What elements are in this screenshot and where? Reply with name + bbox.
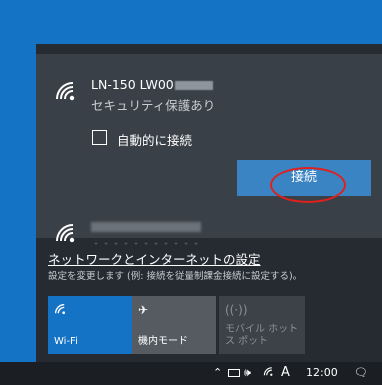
- wifi-toggle-tile[interactable]: Wi-Fi: [48, 296, 132, 354]
- auto-connect-label: 自動的に接続: [117, 133, 193, 148]
- ime-indicator[interactable]: A: [281, 366, 290, 380]
- volume-icon[interactable]: 🕪: [244, 366, 251, 380]
- network-security-status: セキュリティ保護あり: [91, 98, 216, 113]
- highlight-ellipse: [270, 167, 346, 203]
- wifi-tile-label: Wi-Fi: [54, 336, 78, 347]
- mobile-hotspot-tile[interactable]: ((·)) モバイル ホットス ポット: [219, 296, 305, 354]
- airplane-tile-label: 機内モード: [138, 336, 188, 347]
- show-hidden-icons-icon[interactable]: ⌃: [213, 366, 222, 380]
- network-settings-description: 設定を変更します (例: 接続を従量制課金接続に設定する)。: [48, 271, 303, 282]
- taskbar: ⌃ 🕪 A 12:00 🗨: [0, 362, 382, 385]
- action-center-icon[interactable]: 🗨: [354, 366, 368, 380]
- wifi-icon: [54, 303, 68, 318]
- network-settings-link[interactable]: ネットワークとインターネットの設定: [48, 249, 261, 268]
- network-flyout: LN-150 LW00 セキュリティ保護あり 自動的に接続 接続 ・・・・・・・…: [36, 44, 382, 362]
- network-item-redacted-status: ・・・・・・・・・・・: [91, 236, 201, 244]
- hotspot-tile-label: モバイル ホットス ポット: [225, 324, 299, 347]
- wifi-signal-icon: [54, 222, 80, 244]
- network-name: LN-150 LW00: [91, 77, 213, 92]
- battery-icon[interactable]: [228, 369, 240, 377]
- auto-connect-checkbox[interactable]: [92, 130, 107, 145]
- redacted-text: [174, 81, 213, 90]
- network-name-text: LN-150 LW00: [91, 77, 174, 92]
- clock[interactable]: 12:00: [306, 366, 338, 380]
- airplane-mode-tile[interactable]: ✈ 機内モード: [132, 296, 216, 354]
- network-item-redacted[interactable]: [91, 222, 201, 232]
- hotspot-icon: ((·)): [225, 303, 248, 317]
- wifi-signal-icon: [54, 80, 80, 102]
- network-tray-icon[interactable]: [263, 366, 275, 381]
- network-item-selected[interactable]: LN-150 LW00 セキュリティ保護あり 自動的に接続 接続: [36, 54, 382, 238]
- airplane-icon: ✈: [138, 303, 149, 317]
